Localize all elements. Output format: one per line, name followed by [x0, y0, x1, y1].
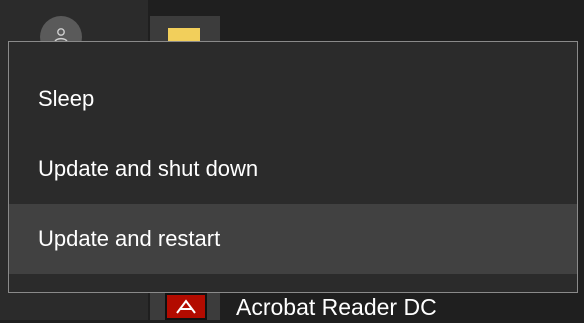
power-options-menu: Sleep Update and shut down Update and re… — [8, 41, 578, 293]
app-label-acrobat-reader[interactable]: Acrobat Reader DC — [236, 296, 437, 319]
menu-item-label: Sleep — [38, 86, 95, 111]
power-menu-list: Sleep Update and shut down Update and re… — [9, 64, 577, 274]
menu-item-update-and-restart[interactable]: Update and restart — [9, 204, 577, 274]
menu-item-label: Update and restart — [38, 226, 221, 251]
documents-tile[interactable] — [150, 16, 220, 44]
menu-item-update-and-shut-down[interactable]: Update and shut down — [9, 134, 577, 204]
acrobat-reader-icon — [165, 293, 207, 320]
menu-item-sleep[interactable]: Sleep — [9, 64, 577, 134]
menu-item-label: Update and shut down — [38, 156, 259, 181]
